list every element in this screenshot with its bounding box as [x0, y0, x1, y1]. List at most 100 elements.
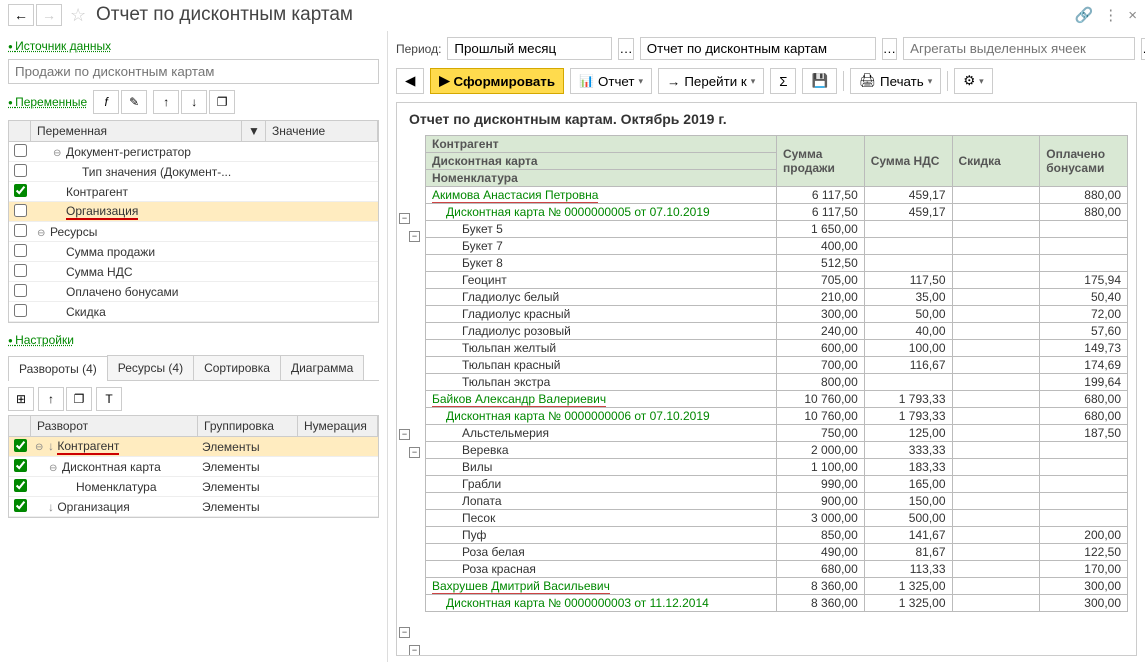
var-row[interactable]: Тип значения (Документ-... — [9, 162, 378, 182]
page-title: Отчет по дисконтным картам — [96, 4, 1075, 26]
tab[interactable]: Диаграмма — [280, 355, 364, 380]
fx-button[interactable]: f — [93, 90, 119, 114]
source-link[interactable]: Источник данных — [8, 39, 111, 53]
dev-row[interactable]: ⊖↓ Контрагент Элементы — [9, 437, 378, 457]
var-checkbox[interactable] — [14, 144, 27, 157]
down-button[interactable]: ↓ — [181, 90, 207, 114]
report-title: Отчет по дисконтным картам. Октябрь 2019… — [397, 103, 1136, 135]
var-row[interactable]: Скидка — [9, 302, 378, 322]
edit-button[interactable]: ✎ — [121, 90, 147, 114]
dev-checkbox[interactable] — [14, 479, 27, 492]
report-row[interactable]: Акимова Анастасия Петровна6 117,50459,17… — [426, 187, 1128, 204]
report-row[interactable]: Дисконтная карта № 0000000006 от 07.10.2… — [426, 408, 1128, 425]
var-checkbox[interactable] — [14, 164, 27, 177]
report-name-input[interactable] — [640, 37, 876, 60]
sub-header: Номенклатура — [426, 170, 777, 187]
report-row[interactable]: Тюльпан красный700,00116,67174,69 — [426, 357, 1128, 374]
sum-button[interactable]: Σ — [770, 68, 796, 94]
tree-toggle-button[interactable]: − — [409, 447, 420, 458]
source-search-input[interactable] — [8, 59, 379, 84]
dev-row[interactable]: ⊖Дисконтная карта Элементы — [9, 457, 378, 477]
tab[interactable]: Сортировка — [193, 355, 281, 380]
tree-toggle-button[interactable]: − — [399, 429, 410, 440]
report-row[interactable]: Букет 8512,50 — [426, 255, 1128, 272]
var-checkbox[interactable] — [14, 264, 27, 277]
var-row[interactable]: Контрагент — [9, 182, 378, 202]
vars-link[interactable]: Переменные — [8, 95, 87, 109]
report-row[interactable]: Дисконтная карта № 0000000003 от 11.12.2… — [426, 595, 1128, 612]
goto-dropdown[interactable]: →Перейти к▾ — [658, 68, 764, 94]
var-checkbox[interactable] — [14, 304, 27, 317]
add-dev-button[interactable]: ⊞ — [8, 387, 34, 411]
report-row[interactable]: Вилы1 100,00183,33 — [426, 459, 1128, 476]
collapse-panel-button[interactable]: ◀ — [396, 68, 424, 94]
close-icon[interactable]: × — [1128, 7, 1137, 24]
tree-toggle-button[interactable]: − — [409, 645, 420, 656]
report-row[interactable]: Песок3 000,00500,00 — [426, 510, 1128, 527]
report-row[interactable]: Роза красная680,00113,33170,00 — [426, 561, 1128, 578]
dev-row[interactable]: Номенклатура Элементы — [9, 477, 378, 497]
forward-button[interactable]: → — [36, 4, 62, 26]
dev-checkbox[interactable] — [14, 499, 27, 512]
favorite-icon[interactable]: ☆ — [70, 5, 90, 25]
report-row[interactable]: Тюльпан экстра800,00199,64 — [426, 374, 1128, 391]
save-button[interactable]: 💾 — [802, 68, 837, 94]
var-checkbox[interactable] — [14, 184, 27, 197]
back-button[interactable]: ← — [8, 4, 34, 26]
filter-icon[interactable]: ▼ — [242, 121, 266, 141]
dev-up-button[interactable]: ↑ — [38, 387, 64, 411]
settings-link[interactable]: Настройки — [8, 333, 74, 347]
report-row[interactable]: Веревка2 000,00333,33 — [426, 442, 1128, 459]
dev-copy-button[interactable]: ❐ — [66, 387, 92, 411]
aggregates-more-button[interactable]: … — [1141, 38, 1145, 60]
report-dropdown[interactable]: 📊Отчет▾ — [570, 68, 652, 94]
report-row[interactable]: Грабли990,00165,00 — [426, 476, 1128, 493]
up-button[interactable]: ↑ — [153, 90, 179, 114]
more-icon[interactable]: ⋮ — [1103, 6, 1118, 24]
report-row[interactable]: Тюльпан желтый600,00100,00149,73 — [426, 340, 1128, 357]
report-row[interactable]: Дисконтная карта № 0000000005 от 07.10.2… — [426, 204, 1128, 221]
tree-toggle-button[interactable]: − — [409, 231, 420, 242]
report-row[interactable]: Букет 7400,00 — [426, 238, 1128, 255]
report-more-button[interactable]: … — [882, 38, 897, 60]
tree-toggle-button[interactable]: − — [399, 213, 410, 224]
report-row[interactable]: Букет 51 650,00 — [426, 221, 1128, 238]
print-dropdown[interactable]: 🖨Печать▾ — [850, 68, 941, 94]
dev-checkbox[interactable] — [14, 459, 27, 472]
var-row[interactable]: Сумма продажи — [9, 242, 378, 262]
var-checkbox[interactable] — [14, 224, 27, 237]
tab[interactable]: Развороты (4) — [8, 356, 108, 381]
var-row[interactable]: ⊖Ресурсы — [9, 222, 378, 242]
report-row[interactable]: Альстельмерия750,00125,00187,50 — [426, 425, 1128, 442]
var-row[interactable]: Оплачено бонусами — [9, 282, 378, 302]
var-row[interactable]: ⊖Документ-регистратор — [9, 142, 378, 162]
aggregates-input[interactable] — [903, 37, 1135, 60]
var-row[interactable]: Сумма НДС — [9, 262, 378, 282]
report-row[interactable]: Гладиолус белый210,0035,0050,40 — [426, 289, 1128, 306]
report-row[interactable]: Лопата900,00150,00 — [426, 493, 1128, 510]
var-checkbox[interactable] — [14, 204, 27, 217]
var-header-value: Значение — [266, 121, 378, 141]
report-row[interactable]: Пуф850,00141,67200,00 — [426, 527, 1128, 544]
gear-dropdown[interactable]: ⚙▾ — [954, 68, 992, 94]
dev-text-button[interactable]: T — [96, 387, 122, 411]
tree-toggle-button[interactable]: − — [399, 627, 410, 638]
var-checkbox[interactable] — [14, 284, 27, 297]
report-row[interactable]: Роза белая490,0081,67122,50 — [426, 544, 1128, 561]
report-row[interactable]: Вахрушев Дмитрий Васильевич8 360,001 325… — [426, 578, 1128, 595]
report-row[interactable]: Гладиолус розовый240,0040,0057,60 — [426, 323, 1128, 340]
sub-header: Дисконтная карта — [426, 153, 777, 170]
period-more-button[interactable]: … — [618, 38, 633, 60]
link-icon[interactable]: 🔗 — [1075, 6, 1094, 24]
var-row[interactable]: Организация — [9, 202, 378, 222]
tab[interactable]: Ресурсы (4) — [107, 355, 194, 380]
report-row[interactable]: Геоцинт705,00117,50175,94 — [426, 272, 1128, 289]
report-row[interactable]: Байков Александр Валериевич10 760,001 79… — [426, 391, 1128, 408]
var-checkbox[interactable] — [14, 244, 27, 257]
form-button[interactable]: ▶Сформировать — [430, 68, 564, 94]
dev-checkbox[interactable] — [14, 439, 27, 452]
copy-button[interactable]: ❐ — [209, 90, 235, 114]
report-row[interactable]: Гладиолус красный300,0050,0072,00 — [426, 306, 1128, 323]
dev-row[interactable]: ↓ Организация Элементы — [9, 497, 378, 517]
period-input[interactable] — [447, 37, 612, 60]
